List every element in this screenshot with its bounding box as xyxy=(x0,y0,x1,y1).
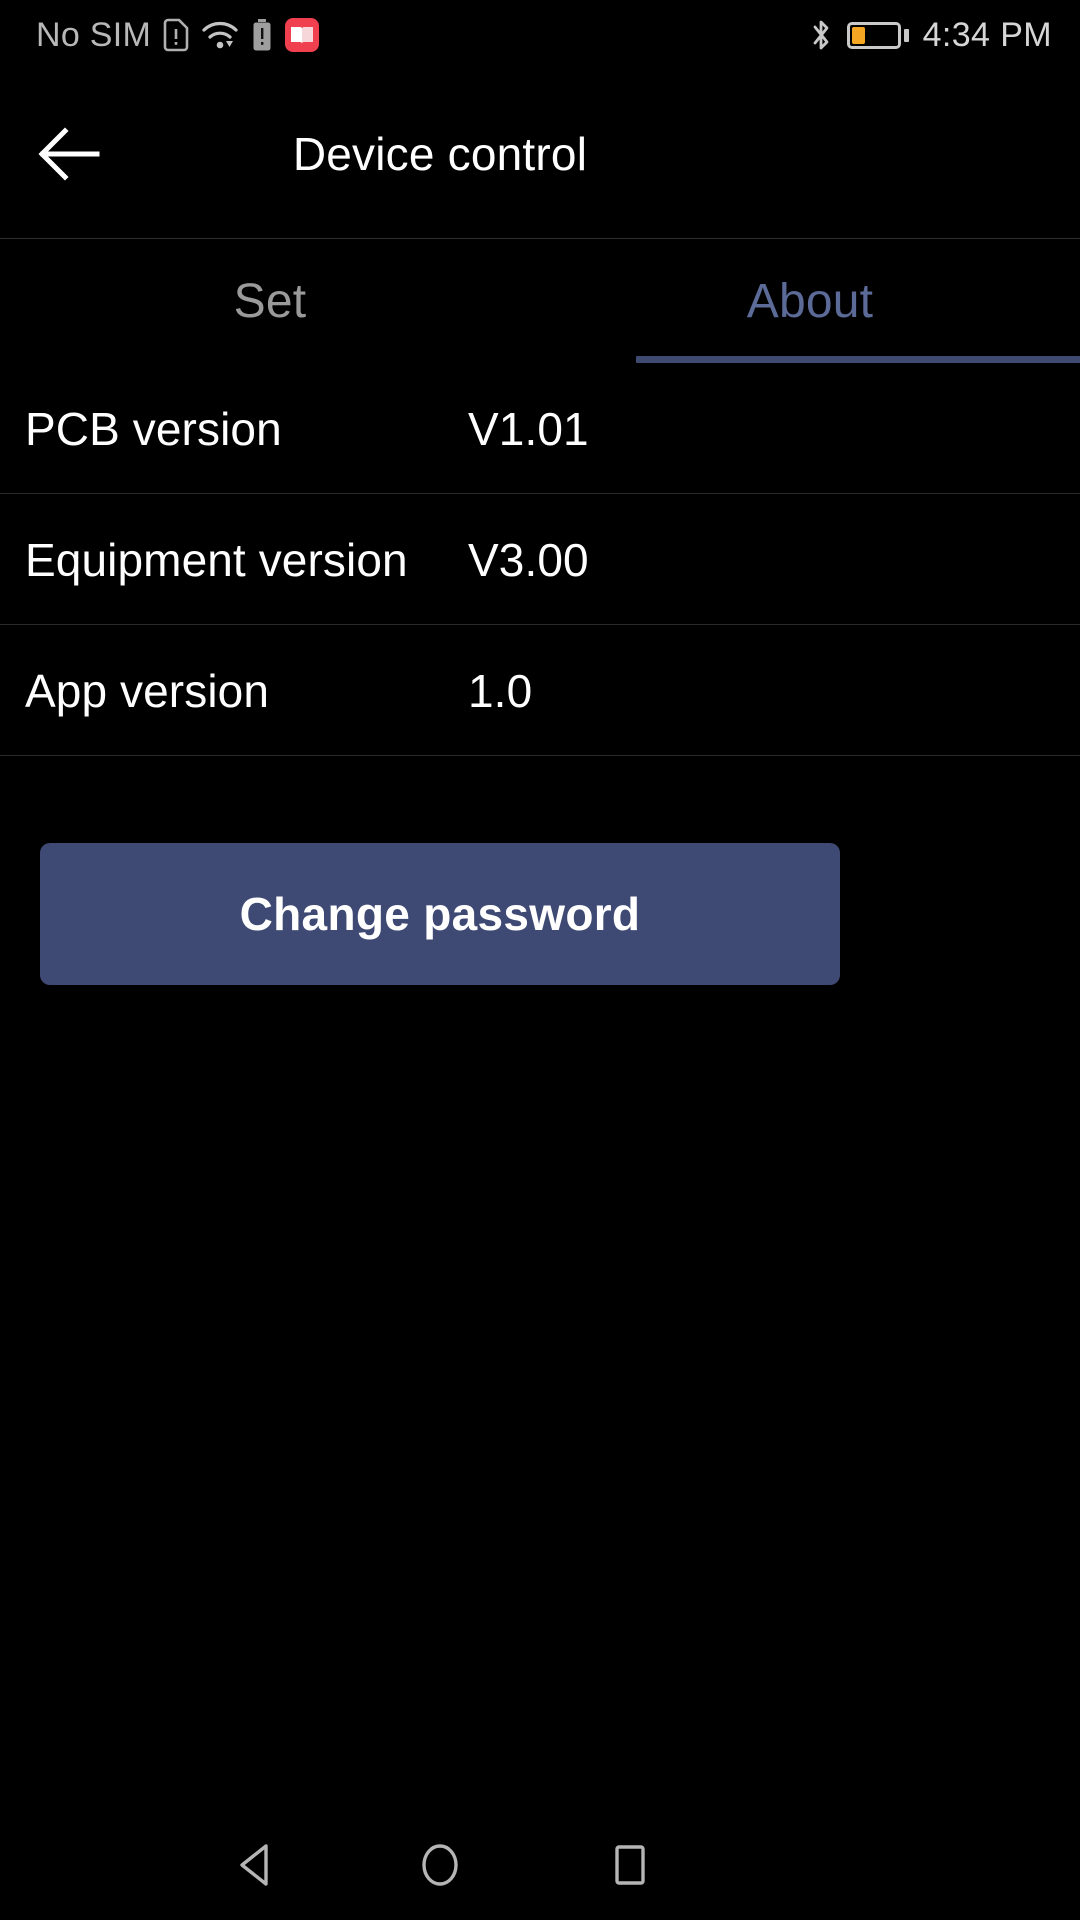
battery-alert-icon xyxy=(251,18,273,52)
row-divider xyxy=(0,755,1080,756)
app-bar: Device control xyxy=(0,70,1080,238)
nav-back-button[interactable] xyxy=(200,1820,310,1910)
clock-label: 4:34 PM xyxy=(922,15,1052,54)
about-list: PCB version V1.01 Equipment version V3.0… xyxy=(0,363,1080,756)
tab-bar: Set About xyxy=(0,239,1080,363)
back-triangle-icon xyxy=(234,1841,276,1889)
nav-home-button[interactable] xyxy=(385,1820,495,1910)
bluetooth-icon xyxy=(809,17,833,53)
tab-active-indicator xyxy=(636,356,1080,363)
row-label: PCB version xyxy=(25,402,282,455)
recents-square-icon xyxy=(608,1840,652,1890)
table-row[interactable]: PCB version V1.01 xyxy=(0,363,1080,494)
home-circle-icon xyxy=(417,1839,463,1891)
tab-set-label: Set xyxy=(233,274,307,328)
carrier-label: No SIM xyxy=(36,15,152,54)
battery-cap xyxy=(903,28,909,42)
page-title: Device control xyxy=(292,128,588,180)
book-app-icon xyxy=(285,18,320,52)
change-password-button[interactable]: Change password xyxy=(40,843,840,985)
battery-icon xyxy=(846,21,909,49)
row-label: Equipment version xyxy=(25,533,408,586)
sim-alert-icon xyxy=(163,18,189,52)
tab-set[interactable]: Set xyxy=(0,239,540,363)
status-bar: No SIM 4:34 PM xyxy=(0,0,1080,70)
wifi-icon xyxy=(201,20,239,50)
nav-recents-button[interactable] xyxy=(575,1820,685,1910)
battery-body xyxy=(846,21,901,49)
status-bar-right: 4:34 PM xyxy=(809,16,1052,55)
row-label: App version xyxy=(25,664,270,717)
table-row[interactable]: App version 1.0 xyxy=(0,625,1080,756)
phone-screen: No SIM 4:34 PM Device control Set About … xyxy=(0,0,1080,1920)
row-value: V3.00 xyxy=(468,533,589,586)
primary-action-area: Change password xyxy=(0,843,1080,985)
battery-fill xyxy=(851,26,865,44)
row-value: 1.0 xyxy=(468,664,533,717)
tab-about[interactable]: About xyxy=(540,239,1080,363)
status-bar-left: No SIM xyxy=(36,15,320,55)
android-nav-bar xyxy=(0,1810,1080,1920)
table-row[interactable]: Equipment version V3.00 xyxy=(0,494,1080,625)
tab-about-label: About xyxy=(746,274,874,328)
row-value: V1.01 xyxy=(468,402,589,455)
